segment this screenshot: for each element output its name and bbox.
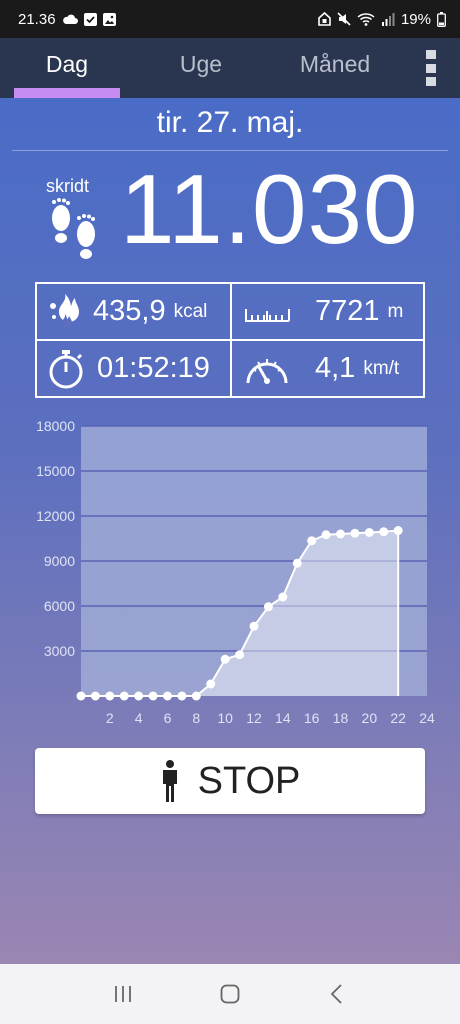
check-box-icon (83, 12, 97, 26)
menu-dot-icon (426, 77, 436, 86)
chart-x-tick-label: 2 (106, 710, 114, 726)
divider (12, 150, 448, 151)
person-standing-icon (162, 760, 177, 802)
chart-y-tick-label: 18000 (36, 418, 75, 434)
chart-data-point (105, 691, 115, 701)
chart-y-tick-label: 12000 (36, 508, 75, 524)
chart-data-point (292, 558, 302, 568)
stopwatch-icon (49, 349, 83, 388)
tab-week[interactable]: Uge (134, 38, 268, 98)
menu-dot-icon (426, 63, 436, 73)
stat-calories: 435,9 kcal (49, 284, 207, 339)
status-time: 21.36 (18, 10, 56, 28)
chart-x-tick-label: 16 (304, 710, 320, 726)
home-icon (220, 984, 240, 1004)
signal-icon (381, 12, 395, 26)
chart-y-tick-label: 6000 (44, 598, 75, 614)
image-icon (102, 12, 116, 26)
speed-unit: km/t (363, 357, 400, 379)
chart-data-point (134, 691, 144, 701)
tab-month-label: Måned (299, 51, 371, 77)
tab-active-indicator (14, 88, 120, 98)
tab-month[interactable]: Måned (268, 38, 402, 98)
footprints-icon (52, 198, 95, 259)
chart-data-point (321, 530, 331, 540)
chart-x-tick-label: 6 (164, 710, 172, 726)
menu-dot-icon (426, 50, 436, 59)
ruler-icon (245, 308, 290, 322)
chart-x-tick-label: 14 (275, 710, 291, 726)
chart-data-point (278, 592, 288, 602)
chart-y-tick-label: 15000 (36, 463, 75, 479)
status-bar-left: 21.36 (18, 11, 116, 28)
distance-value: 7721 (315, 295, 380, 327)
chart-data-point (191, 691, 201, 701)
status-bar: 21.36 19% (0, 0, 460, 38)
chart-data-point (235, 650, 245, 660)
speedometer-icon (246, 358, 288, 384)
back-icon (330, 984, 342, 1004)
chart-data-point (379, 527, 389, 537)
stats-grid: 435,9 kcal 7721 m 01:52:19 4,1 km/t (35, 282, 425, 398)
calories-unit: kcal (173, 300, 208, 322)
mute-icon (337, 12, 351, 26)
system-navigation-bar (0, 964, 460, 1024)
duration-value: 01:52:19 (97, 352, 210, 384)
chart-data-point (76, 691, 86, 701)
steps-label: skridt (46, 176, 90, 196)
chart-x-tick-label: 12 (246, 710, 262, 726)
recent-apps-icon (115, 986, 132, 1002)
steps-chart: 3000600090001200015000180002 4 6 8 10 12 14 16 1… (36, 418, 435, 726)
tab-week-label: Uge (179, 51, 223, 77)
battery-percent: 19% (400, 10, 431, 28)
chart-data-point (263, 602, 273, 612)
chart-y-tick-label: 3000 (44, 643, 75, 659)
stat-speed: 4,1 km/t (243, 341, 399, 396)
wifi-icon (357, 13, 375, 26)
speed-value: 4,1 (315, 352, 356, 384)
distance-unit: m (387, 300, 404, 322)
chart-x-tick-label: 18 (333, 710, 349, 726)
calories-value: 435,9 (93, 295, 166, 327)
home-lock-icon (318, 12, 331, 26)
cloud-icon (62, 14, 78, 24)
stop-button[interactable]: STOP (35, 748, 425, 814)
chart-x-tick-label: 4 (135, 710, 143, 726)
tab-day-label: Dag (45, 51, 89, 77)
date-heading: tir. 27. maj. (156, 106, 304, 139)
chart-data-point (90, 691, 100, 701)
tab-day[interactable]: Dag (0, 38, 134, 98)
chart-data-point (220, 654, 230, 664)
stat-distance: 7721 m (243, 284, 403, 339)
chart-data-point (350, 528, 360, 538)
chart-data-point (364, 528, 374, 537)
chart-x-tick-label: 24 (419, 710, 435, 726)
overflow-menu-button[interactable] (426, 50, 442, 86)
chart-data-point (148, 691, 158, 701)
chart-x-tick-label: 20 (362, 710, 378, 726)
chart-data-point (119, 691, 129, 701)
chart-data-point (177, 691, 187, 701)
home-button[interactable] (210, 974, 250, 1014)
stat-duration: 01:52:19 (47, 341, 210, 396)
chart-data-point (336, 529, 345, 539)
chart-data-point (307, 536, 317, 546)
battery-icon (437, 11, 446, 27)
recent-apps-button[interactable] (103, 974, 143, 1014)
chart-x-tick-label: 10 (217, 710, 233, 726)
back-button[interactable] (317, 974, 357, 1014)
steps-count: 11.030 (120, 154, 419, 264)
chart-data-point (163, 691, 172, 701)
chart-x-tick-label: 22 (390, 710, 406, 726)
status-bar-right: 19% (318, 11, 446, 28)
chart-y-tick-label: 9000 (44, 553, 75, 569)
tab-bar: Dag Uge Måned (0, 38, 460, 98)
stop-button-label: STOP (197, 759, 301, 802)
chart-data-point (393, 526, 403, 536)
chart-data-point (249, 621, 259, 631)
chart-x-tick-label: 8 (192, 710, 200, 726)
chart-data-point (206, 679, 216, 689)
main-panel: tir. 27. maj. skridt 11.030 435,9 kcal 7… (0, 98, 460, 964)
flame-icon (50, 293, 79, 328)
